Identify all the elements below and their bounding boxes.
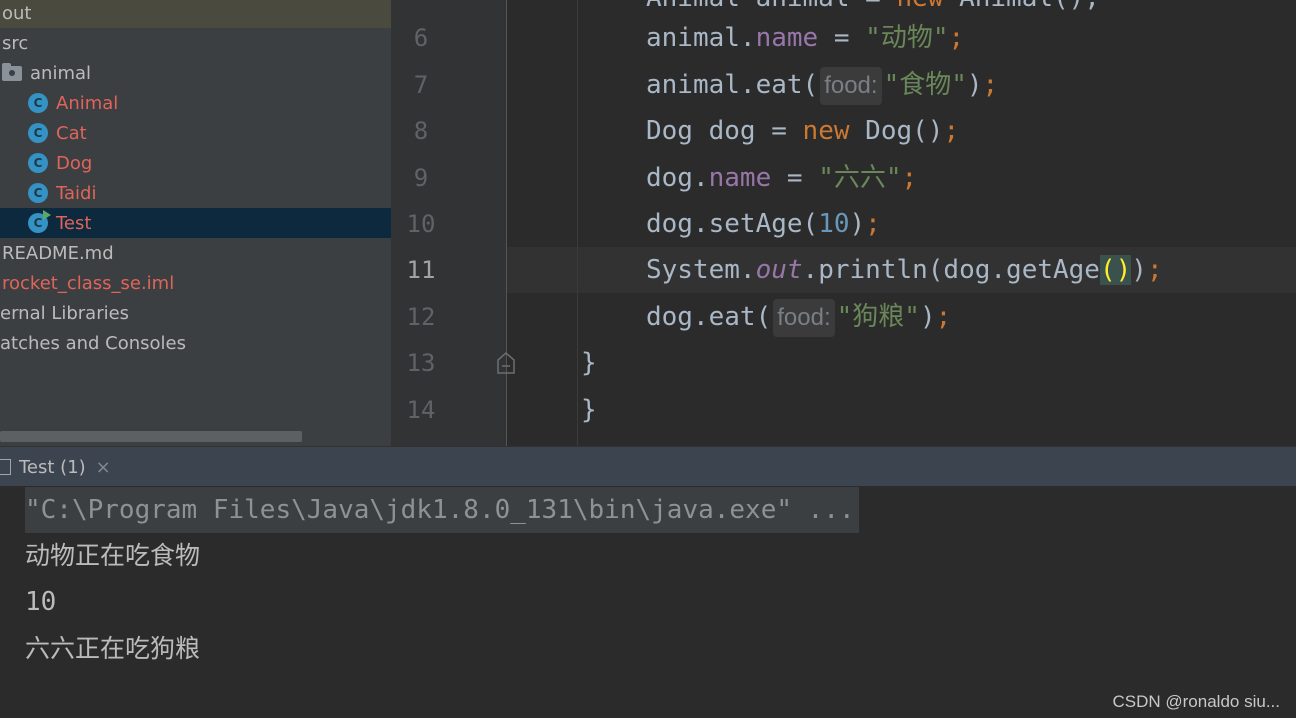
closing-brace: } bbox=[581, 395, 597, 425]
parameter-hint: food: bbox=[820, 66, 882, 105]
line-number: 9 bbox=[413, 164, 429, 192]
gutter-divider bbox=[506, 0, 507, 446]
run-console[interactable]: "C:\Program Files\Java\jdk1.8.0_131\bin\… bbox=[0, 486, 1296, 718]
code-line-6: animal.name = "动物"; bbox=[646, 23, 965, 53]
line-number: 10 bbox=[406, 210, 436, 238]
tree-item-out[interactable]: out bbox=[0, 0, 391, 28]
java-class-icon: C bbox=[28, 123, 48, 143]
console-output-line: 六六正在吃狗粮 bbox=[25, 634, 201, 663]
code-line-12: dog.eat(food: "狗粮"); bbox=[646, 294, 951, 340]
run-console-icon bbox=[0, 459, 11, 475]
java-main-class-icon: C bbox=[28, 210, 51, 233]
watermark: CSDN @ronaldo siu... bbox=[1112, 692, 1281, 711]
tree-item-external-libraries[interactable]: ernal Libraries bbox=[0, 298, 391, 328]
run-tab-test[interactable]: Test (1) × bbox=[0, 447, 111, 487]
java-class-icon: C bbox=[28, 183, 48, 203]
indent-guide bbox=[577, 0, 578, 340]
tree-item-iml[interactable]: rocket_class_se.iml bbox=[0, 268, 391, 298]
matched-paren: () bbox=[1099, 255, 1132, 285]
console-output-line: 10 bbox=[25, 587, 57, 617]
code-line-7: animal.eat(food: "食物"); bbox=[646, 62, 998, 108]
console-command-line: "C:\Program Files\Java\jdk1.8.0_131\bin\… bbox=[25, 487, 859, 533]
tree-item-src[interactable]: src bbox=[0, 28, 391, 58]
close-tab-icon[interactable]: × bbox=[96, 457, 111, 478]
java-class-icon: C bbox=[28, 153, 48, 173]
tree-horizontal-scrollbar[interactable] bbox=[0, 431, 302, 442]
closing-brace: } bbox=[581, 348, 597, 378]
tree-item-dog[interactable]: C Dog bbox=[0, 148, 391, 178]
code-line-9: dog.name = "六六"; bbox=[646, 163, 918, 193]
line-number bbox=[391, 0, 451, 16]
parameter-hint: food: bbox=[773, 298, 835, 337]
line-number-current: 11 bbox=[406, 256, 436, 284]
line-number: 7 bbox=[413, 71, 429, 99]
code-line-10: dog.setAge(10); bbox=[646, 209, 881, 239]
tree-item-taidi[interactable]: C Taidi bbox=[0, 178, 391, 208]
line-number: 12 bbox=[406, 303, 436, 331]
tree-item-readme[interactable]: README.md bbox=[0, 238, 391, 268]
line-number: 14 bbox=[406, 396, 436, 424]
project-tree: out src animal C Animal C Cat C Dog C Ta… bbox=[0, 0, 391, 446]
java-class-icon: C bbox=[28, 93, 48, 113]
code-line-8: Dog dog = new Dog(); bbox=[646, 116, 960, 146]
tree-item-scratches[interactable]: atches and Consoles bbox=[0, 328, 391, 358]
package-folder-icon bbox=[2, 62, 22, 81]
code-line-11: System.out.println(dog.getAge()); bbox=[646, 255, 1163, 285]
tree-item-cat[interactable]: C Cat bbox=[0, 118, 391, 148]
code-editor[interactable]: 6 7 8 9 10 11 12 13 14 Animal animal = n… bbox=[391, 0, 1296, 446]
console-output-line: 动物正在吃食物 bbox=[25, 541, 201, 570]
run-tool-window-header: Test (1) × bbox=[0, 446, 1296, 487]
line-number: 8 bbox=[413, 117, 429, 145]
line-number: 6 bbox=[413, 24, 429, 52]
tree-item-animal[interactable]: animal bbox=[0, 58, 391, 88]
line-number: 13 bbox=[406, 349, 436, 377]
fold-marker-icon[interactable] bbox=[497, 352, 515, 374]
tree-item-animal-class[interactable]: C Animal bbox=[0, 88, 391, 118]
tree-item-test[interactable]: C Test bbox=[0, 208, 391, 238]
